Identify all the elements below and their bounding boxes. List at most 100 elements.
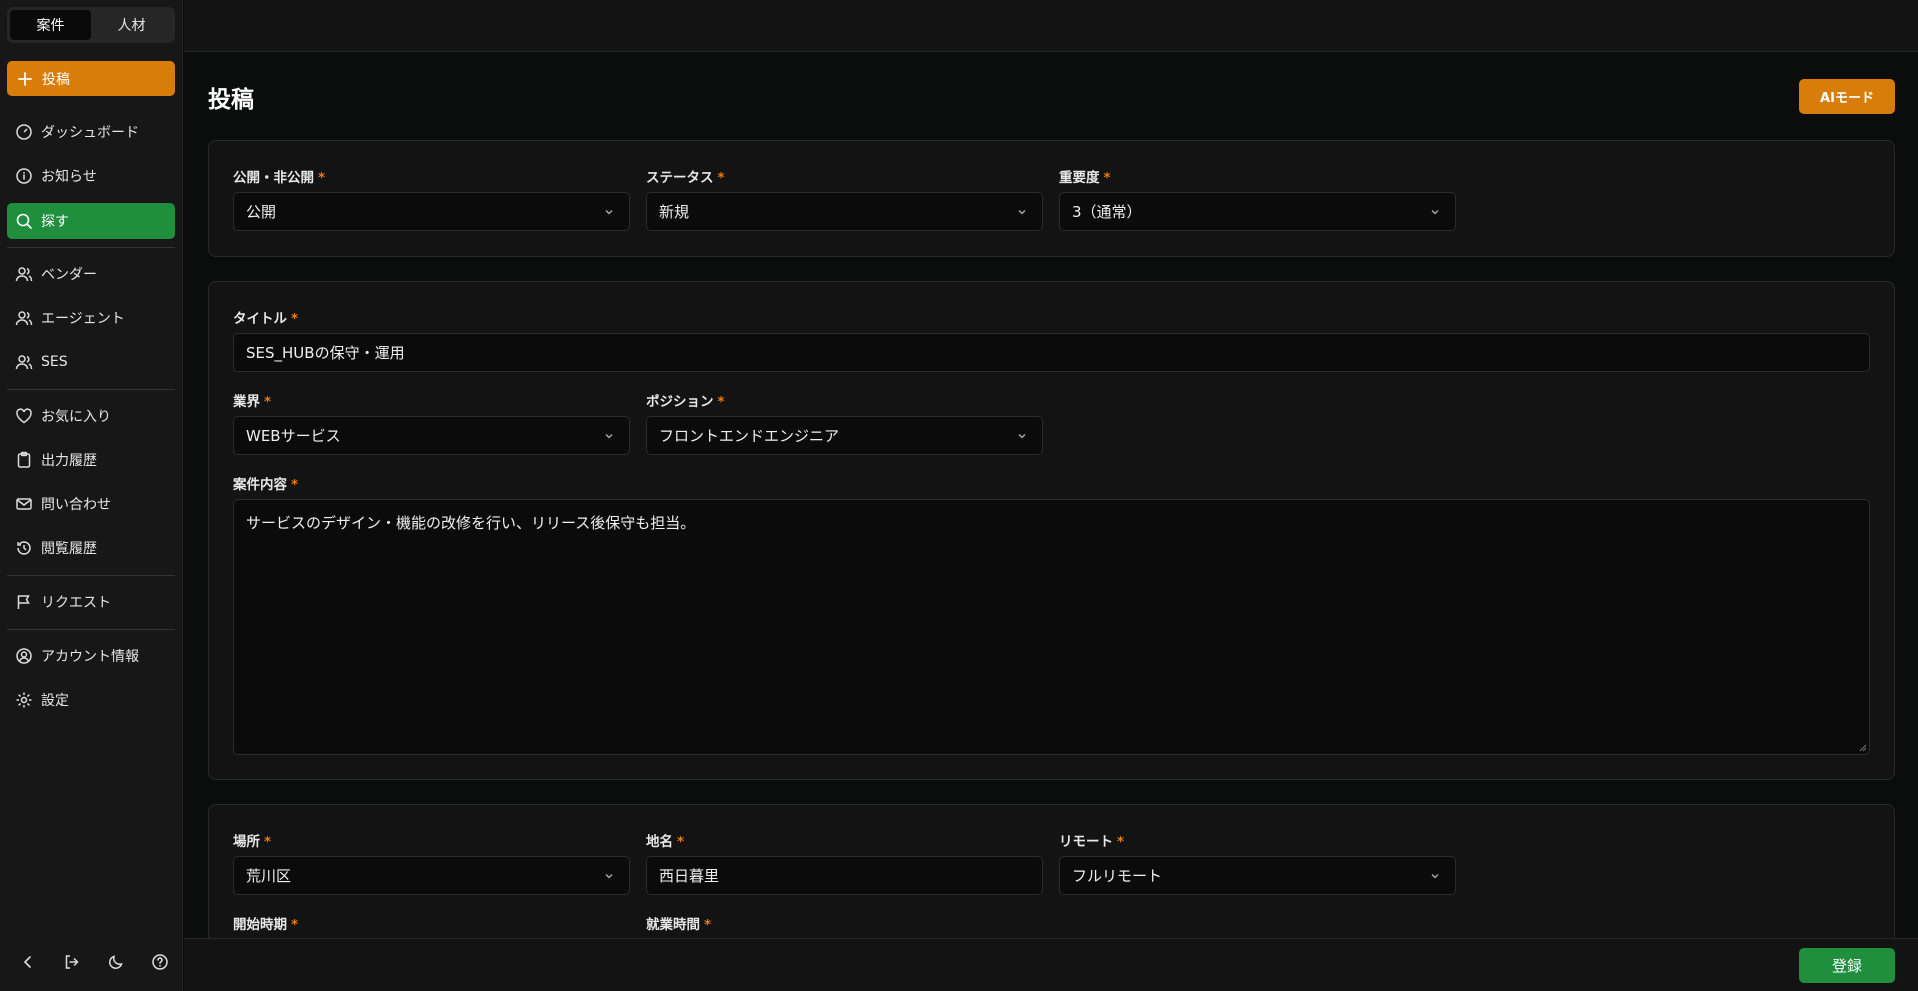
- sidebar-item-label: SES: [41, 354, 68, 370]
- sidebar-item-settings[interactable]: 設定: [7, 682, 175, 718]
- chevron-down-icon: [1431, 874, 1439, 879]
- flag-icon: [17, 595, 30, 609]
- chevron-down-icon: [1431, 210, 1439, 215]
- submit-button[interactable]: 登録: [1799, 948, 1895, 983]
- user-circle-icon: [16, 648, 32, 664]
- sidebar-item-label: お気に入り: [41, 409, 111, 425]
- users-icon: [15, 355, 33, 370]
- title-value: SES_HUBの保守・運用: [246, 344, 405, 362]
- sidebar-item-notice[interactable]: お知らせ: [7, 158, 175, 194]
- sidebar-item-contact[interactable]: 問い合わせ: [7, 486, 175, 522]
- sidebar-item-label: 問い合わせ: [41, 497, 111, 513]
- place-name-label: 地名 *: [646, 834, 685, 850]
- chevron-down-icon: [605, 874, 613, 879]
- position-label: ポジション *: [646, 394, 725, 410]
- sidebar-item-agent[interactable]: エージェント: [7, 300, 175, 336]
- mail-icon: [16, 498, 32, 510]
- search-icon: [16, 213, 32, 229]
- info-icon: [16, 168, 32, 184]
- place-name-value: 西日暮里: [659, 867, 720, 885]
- clipboard-icon: [17, 451, 31, 468]
- status-select[interactable]: 新規: [646, 192, 1043, 231]
- sidebar-bottom-toolbar: [7, 950, 172, 974]
- footer-bar: [184, 938, 1918, 991]
- start-date-label: 開始時期 *: [233, 917, 299, 933]
- description-label: 案件内容 *: [233, 477, 299, 493]
- chevron-left-icon: [23, 956, 31, 968]
- mode-talent-tab[interactable]: 人材: [91, 10, 172, 40]
- theme-toggle-button[interactable]: [104, 950, 128, 974]
- users-icon: [15, 267, 33, 282]
- resize-handle-icon[interactable]: [1857, 742, 1867, 752]
- remote-value: フルリモート: [1072, 867, 1163, 885]
- help-icon: [152, 954, 168, 970]
- gear-icon: [16, 692, 32, 708]
- chevron-down-icon: [1018, 434, 1026, 439]
- description-textarea[interactable]: サービスのデザイン・機能の改修を行い、リリース後保守も担当。: [233, 499, 1870, 755]
- sidebar-item-view-history[interactable]: 閲覧履歴: [7, 530, 175, 566]
- priority-select[interactable]: 3（通常）: [1059, 192, 1456, 231]
- location-select[interactable]: 荒川区: [233, 856, 630, 895]
- sidebar-item-ses[interactable]: SES: [7, 344, 175, 380]
- remote-select[interactable]: フルリモート: [1059, 856, 1456, 895]
- priority-value: 3（通常）: [1072, 203, 1142, 221]
- collapse-sidebar-button[interactable]: [16, 950, 40, 974]
- sidebar-divider: [7, 575, 175, 576]
- sidebar-item-label: アカウント情報: [41, 649, 139, 665]
- top-bar: [184, 0, 1918, 52]
- sidebar-item-label: お知らせ: [41, 169, 97, 185]
- chevron-down-icon: [605, 210, 613, 215]
- status-label: ステータス *: [646, 170, 725, 186]
- post-button[interactable]: 投稿: [7, 61, 175, 96]
- ai-mode-button[interactable]: AIモード: [1799, 79, 1895, 114]
- chevron-down-icon: [1018, 210, 1026, 215]
- sidebar-item-label: エージェント: [41, 311, 125, 327]
- sidebar-item-label: 探す: [41, 214, 69, 230]
- priority-label: 重要度 *: [1059, 170, 1111, 186]
- description-value: サービスのデザイン・機能の改修を行い、リリース後保守も担当。: [246, 514, 696, 532]
- title-label: タイトル *: [233, 311, 299, 327]
- users-icon: [15, 311, 33, 326]
- visibility-select[interactable]: 公開: [233, 192, 630, 231]
- sidebar-item-label: リクエスト: [41, 595, 111, 611]
- sidebar-item-vendor[interactable]: ベンダー: [7, 256, 175, 292]
- location-value: 荒川区: [246, 867, 292, 885]
- location-label: 場所 *: [233, 834, 272, 850]
- post-button-label: 投稿: [42, 71, 70, 88]
- page-title: 投稿: [208, 87, 254, 113]
- sidebar-divider: [7, 389, 175, 390]
- mode-projects-tab[interactable]: 案件: [10, 10, 91, 40]
- sidebar-item-label: ベンダー: [41, 267, 97, 283]
- logout-button[interactable]: [60, 950, 84, 974]
- visibility-label: 公開・非公開 *: [233, 170, 326, 186]
- chevron-down-icon: [605, 434, 613, 439]
- sidebar-divider: [7, 247, 175, 248]
- sidebar-item-output-history[interactable]: 出力履歴: [7, 442, 175, 478]
- industry-label: 業界 *: [233, 394, 272, 410]
- gauge-icon: [16, 124, 32, 140]
- sidebar-divider: [7, 629, 175, 630]
- heart-icon: [16, 408, 32, 424]
- sidebar-item-label: 出力履歴: [41, 453, 97, 469]
- status-value: 新規: [659, 203, 690, 221]
- sidebar-item-label: ダッシュボード: [41, 125, 139, 141]
- title-input[interactable]: SES_HUBの保守・運用: [233, 333, 1870, 372]
- place-name-input[interactable]: 西日暮里: [646, 856, 1043, 895]
- help-button[interactable]: [148, 950, 172, 974]
- sidebar-item-label: 閲覧履歴: [41, 541, 97, 557]
- position-value: フロントエンドエンジニア: [659, 427, 840, 445]
- sidebar-item-request[interactable]: リクエスト: [7, 584, 175, 620]
- sidebar-item-dashboard[interactable]: ダッシュボード: [7, 114, 175, 150]
- mode-toggle: 案件 人材: [7, 7, 175, 43]
- industry-select[interactable]: WEBサービス: [233, 416, 630, 455]
- sidebar-item-account[interactable]: アカウント情報: [7, 638, 175, 674]
- visibility-value: 公開: [246, 203, 277, 221]
- plus-icon: [18, 71, 32, 86]
- sidebar-item-favorites[interactable]: お気に入り: [7, 398, 175, 434]
- industry-value: WEBサービス: [246, 427, 341, 445]
- history-icon: [17, 541, 31, 555]
- sidebar-item-search[interactable]: 探す: [7, 203, 175, 239]
- moon-icon: [109, 955, 123, 969]
- sidebar: 案件 人材 投稿 ダッシュボード お知らせ 探す ベンダー エージェント SES…: [0, 0, 183, 991]
- position-select[interactable]: フロントエンドエンジニア: [646, 416, 1043, 455]
